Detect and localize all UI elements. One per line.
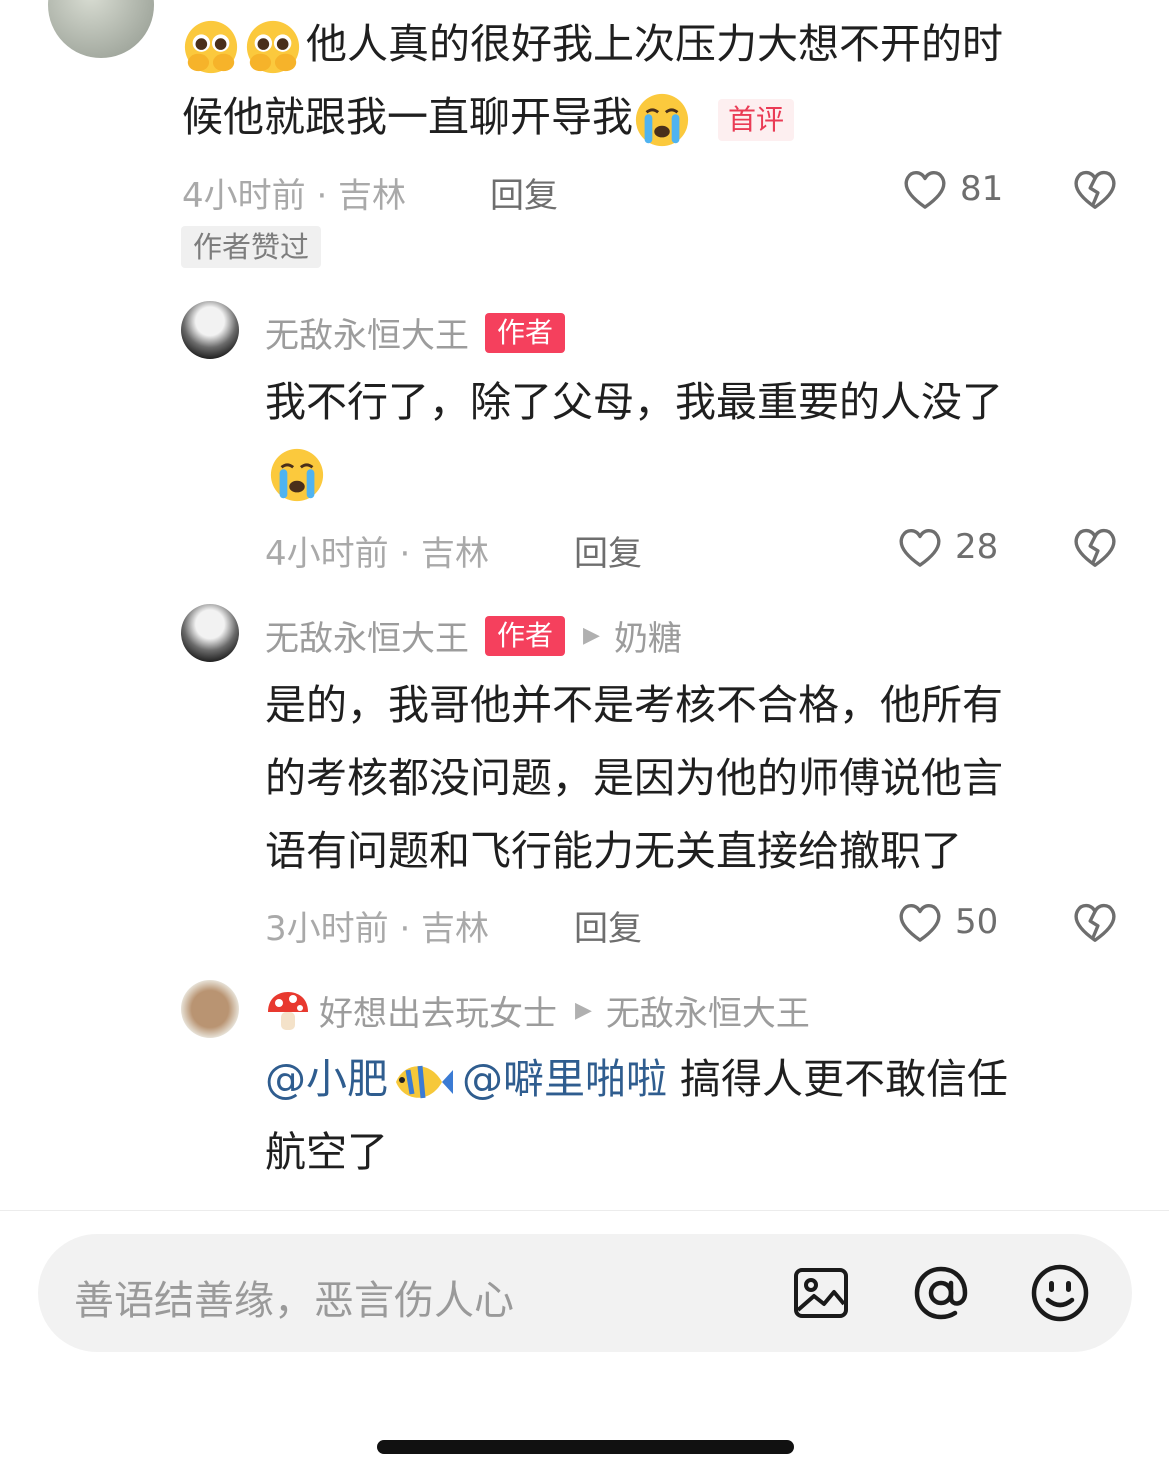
- dislike-icon[interactable]: [1072, 167, 1118, 211]
- reply-to-username[interactable]: 奶糖: [614, 611, 682, 660]
- username[interactable]: 无敌永恒大王: [265, 308, 469, 357]
- reply-text-line3: 语有问题和飞行能力无关直接给撤职了: [265, 827, 962, 875]
- username[interactable]: 无敌永恒大王: [265, 611, 469, 660]
- reply-text-line2: 航空了: [265, 1128, 388, 1176]
- image-icon[interactable]: [792, 1264, 850, 1322]
- comment-meta: 3小时前 · 吉林: [265, 909, 490, 949]
- reply-header: 好想出去玩女士 ▶ 无敌永恒大王: [265, 986, 810, 1035]
- like-count: 28: [955, 527, 999, 567]
- avatar[interactable]: [181, 604, 239, 662]
- at-icon[interactable]: [910, 1262, 972, 1324]
- comment-text-line1: 他人真的很好我上次压力大想不开的时: [306, 20, 1003, 68]
- reply-arrow-icon: ▶: [583, 623, 600, 648]
- comment-meta: 4小时前 · 吉林: [265, 534, 490, 574]
- dislike-icon[interactable]: [1072, 525, 1118, 569]
- heart-icon: [904, 170, 946, 209]
- reply-button[interactable]: 回复: [490, 168, 558, 217]
- author-badge: 作者: [485, 615, 566, 656]
- mention-link[interactable]: @小肥: [265, 1055, 388, 1103]
- comment-meta: 4小时前 · 吉林: [182, 176, 407, 216]
- pleading-face-icon: [246, 20, 300, 74]
- reply-arrow-icon: ▶: [575, 998, 592, 1023]
- comment-text: 他人真的很好我上次压力大想不开的时: [182, 8, 1142, 81]
- reply-text-line2: 的考核都没问题，是因为他的师傅说他言: [265, 754, 1003, 802]
- avatar[interactable]: [48, 0, 154, 58]
- avatar[interactable]: [181, 301, 239, 359]
- reply-text: 我不行了，除了父母，我最重要的人没了: [265, 378, 1003, 426]
- heart-icon: [899, 903, 941, 942]
- reply-to-username[interactable]: 无敌永恒大王: [606, 986, 810, 1035]
- smiley-icon[interactable]: [1029, 1262, 1091, 1324]
- comment-input-placeholder[interactable]: 善语结善缘，恶言伤人心: [74, 1268, 514, 1326]
- username[interactable]: 好想出去玩女士: [319, 986, 557, 1035]
- divider: [0, 1210, 1169, 1211]
- crying-face-icon: [270, 448, 324, 502]
- like-count: 50: [955, 902, 999, 942]
- like-button[interactable]: 81: [902, 166, 1003, 212]
- dislike-icon[interactable]: [1072, 900, 1118, 944]
- like-button[interactable]: 50: [897, 899, 998, 945]
- comment-text-line2: 候他就跟我一直聊开导我 首评: [182, 81, 795, 154]
- author-badge: 作者: [485, 312, 566, 353]
- reply-text-line1: @小肥 @噼里啪啦 搞得人更不敢信任: [265, 1043, 1008, 1116]
- tropical-fish-icon: [396, 1065, 453, 1099]
- mushroom-icon: [268, 991, 308, 1030]
- first-comment-badge: 首评: [718, 99, 795, 141]
- reply-text-line1: 是的，我哥他并不是考核不合格，他所有: [265, 681, 1003, 729]
- home-indicator: [377, 1440, 794, 1454]
- comment-input-bar[interactable]: 善语结善缘，恶言伤人心: [38, 1234, 1132, 1352]
- reply-header: 无敌永恒大王 作者 ▶ 奶糖: [265, 611, 682, 660]
- reply-text: 搞得人更不敢信任: [667, 1055, 1009, 1103]
- avatar[interactable]: [181, 980, 239, 1038]
- like-count: 81: [960, 169, 1004, 209]
- like-button[interactable]: 28: [897, 524, 998, 570]
- pleading-face-icon: [184, 20, 238, 74]
- reply-header: 无敌永恒大王 作者: [265, 308, 566, 357]
- crying-face-icon: [635, 93, 689, 147]
- heart-icon: [899, 528, 941, 567]
- mention-link[interactable]: @噼里啪啦: [462, 1055, 667, 1103]
- reply-button[interactable]: 回复: [574, 901, 642, 950]
- reply-button[interactable]: 回复: [574, 526, 642, 575]
- author-liked-tag: 作者赞过: [181, 226, 322, 268]
